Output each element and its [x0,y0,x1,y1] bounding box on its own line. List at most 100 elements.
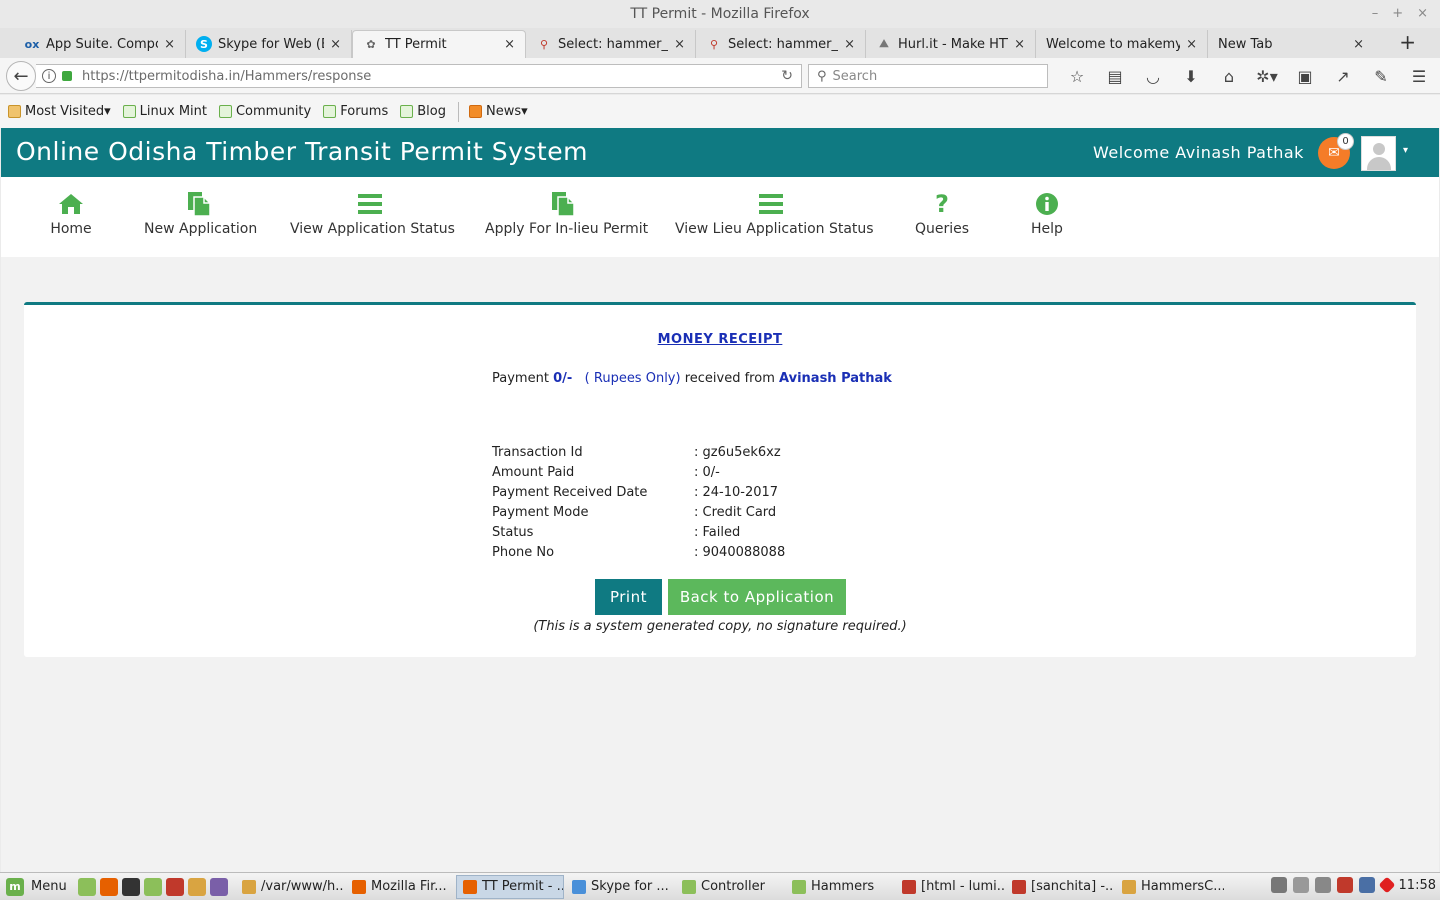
downloads-icon[interactable]: ⬇ [1172,67,1210,86]
browser-tab[interactable]: Welcome to makemyrep × [1036,30,1208,58]
dropdown-caret-icon: ▾ [104,104,111,119]
bookmark-label: Community [235,104,312,119]
folder-icon [8,105,21,118]
show-desktop-icon[interactable] [78,877,96,896]
taskbar-item[interactable]: /var/www/h... [236,875,344,899]
eyedropper-icon[interactable]: ✎ [1362,67,1400,86]
detail-value: : 9040088088 [694,545,786,560]
terminal-icon[interactable] [122,877,140,896]
browser-tab[interactable]: S Skype for Web (Beta × [186,30,352,58]
taskbar-item[interactable]: [html - lumi... [896,875,1004,899]
maximize-button[interactable]: + [1392,0,1403,28]
taskbar-item-label: [html - lumi... [921,879,1004,894]
browser-tab[interactable]: ox App Suite. Compose × [14,30,186,58]
detail-label: Payment Mode [492,505,589,520]
user-menu-caret-icon[interactable]: ▾ [1403,145,1408,156]
user-avatar[interactable] [1361,136,1396,171]
menu-apply-inlieu-permit[interactable]: Apply For In-lieu Permit [485,191,648,237]
close-window-button[interactable]: × [1417,0,1428,28]
start-menu-label: Menu [31,879,67,894]
menu-new-application[interactable]: New Application [144,191,258,237]
detail-value: : 24-10-2017 [694,485,779,500]
close-tab-icon[interactable]: × [330,37,341,52]
minimize-button[interactable]: – [1372,0,1379,28]
bookmark-forums[interactable]: Forums [323,104,388,119]
hamburger-menu-icon[interactable]: ☰ [1400,67,1438,86]
browser-tab-active[interactable]: ✿ TT Permit × [352,30,526,58]
bookmark-news[interactable]: News ▾ [468,104,528,119]
tool-icon[interactable]: ↗ [1324,67,1362,86]
extension-icon[interactable]: ✲▾ [1248,67,1286,86]
new-tab-button[interactable]: + [1399,30,1416,54]
taskbar-item-active[interactable]: TT Permit - ... [456,874,564,899]
bookmark-linux-mint[interactable]: Linux Mint [122,104,207,119]
payment-summary: Payment 0/- ( Rupees Only) received from… [492,371,892,386]
taskbar-item[interactable]: Skype for ... [566,875,674,899]
detail-label: Amount Paid [492,465,575,480]
menu-home[interactable]: Home [41,191,101,237]
bookmark-label: Forums [340,104,389,119]
bookmark-blog[interactable]: Blog [400,104,446,119]
mint-icon [400,105,414,118]
menu-help[interactable]: Help [1017,191,1077,237]
start-menu-button[interactable]: m Menu [0,877,70,896]
firefox-icon[interactable] [100,877,118,896]
noscript-icon[interactable]: ▣ [1286,67,1324,86]
battery-icon[interactable] [1378,876,1396,894]
browser-tab[interactable]: ⚲ Select: hammer_reg × [526,30,696,58]
mint-logo-icon: m [6,877,24,896]
close-tab-icon[interactable]: × [844,37,855,52]
close-tab-icon[interactable]: × [1353,37,1364,52]
url-text[interactable]: https://ttpermitodisha.in/Hammers/respon… [82,69,371,84]
user-icon[interactable] [1270,877,1287,893]
print-button[interactable]: Print [595,579,662,615]
close-tab-icon[interactable]: × [164,37,175,52]
bookmarks-list-icon[interactable]: ▤ [1096,67,1134,86]
menu-label: New Application [144,221,258,237]
files-icon[interactable] [144,877,162,896]
sublime-icon[interactable] [188,877,206,896]
menu-queries[interactable]: ? Queries [907,190,977,237]
taskbar-item[interactable]: HammersC... [1116,875,1224,899]
shield-icon[interactable] [1358,877,1375,893]
filezilla-icon[interactable] [166,877,184,896]
home-button-icon[interactable]: ⌂ [1210,67,1248,86]
close-tab-icon[interactable]: × [504,37,515,52]
bookmark-label: Linux Mint [139,104,207,119]
dropdown-caret-icon: ▾ [521,104,528,119]
app-icon[interactable] [210,877,228,896]
network-icon[interactable] [1292,877,1309,893]
clock[interactable]: 11:58 [1399,878,1436,893]
browser-tab[interactable]: ⚲ Select: hammer_reg × [696,30,866,58]
bookmark-community[interactable]: Community [218,104,312,119]
reload-icon[interactable]: ↻ [781,68,793,84]
bookmark-star-icon[interactable]: ☆ [1058,67,1096,86]
taskbar-item[interactable]: Controller [676,875,784,899]
back-button[interactable]: ← [6,61,36,91]
toolbar-icons: ☆ ▤ ◡ ⬇ ⌂ ✲▾ ▣ ↗ ✎ ☰ [1058,64,1438,88]
close-tab-icon[interactable]: × [1014,37,1025,52]
taskbar-item-label: Hammers [811,879,875,894]
browser-tab[interactable]: ⛰ Hurl.it - Make HTTP r × [866,30,1036,58]
taskbar-item[interactable]: Mozilla Fir... [346,875,454,899]
search-input[interactable]: ⚲ Search [808,64,1048,88]
desktop-taskbar: m Menu /var/www/h... Mozilla Fir... TT P… [0,872,1440,900]
menu-view-lieu-application-status[interactable]: View Lieu Application Status [675,191,874,237]
folder-icon [792,879,806,894]
url-bar[interactable]: i https://ttpermitodisha.in/Hammers/resp… [36,64,802,88]
close-tab-icon[interactable]: × [1186,37,1197,52]
bookmark-most-visited[interactable]: Most Visited ▾ [8,104,111,119]
menu-view-application-status[interactable]: View Application Status [290,191,455,237]
taskbar-item[interactable]: [sanchita] -... [1006,875,1114,899]
back-to-application-button[interactable]: Back to Application [668,579,846,615]
close-tab-icon[interactable]: × [674,37,685,52]
tab-title: App Suite. Compose [46,36,158,52]
info-icon[interactable]: i [42,69,56,83]
browser-tab[interactable]: New Tab × [1208,30,1374,58]
lock-icon [62,71,72,81]
bookmark-label: Most Visited [25,104,105,119]
pocket-icon[interactable]: ◡ [1134,67,1172,86]
taskbar-item[interactable]: Hammers [786,875,894,899]
volume-icon[interactable] [1314,877,1331,893]
update-icon[interactable] [1336,877,1353,893]
